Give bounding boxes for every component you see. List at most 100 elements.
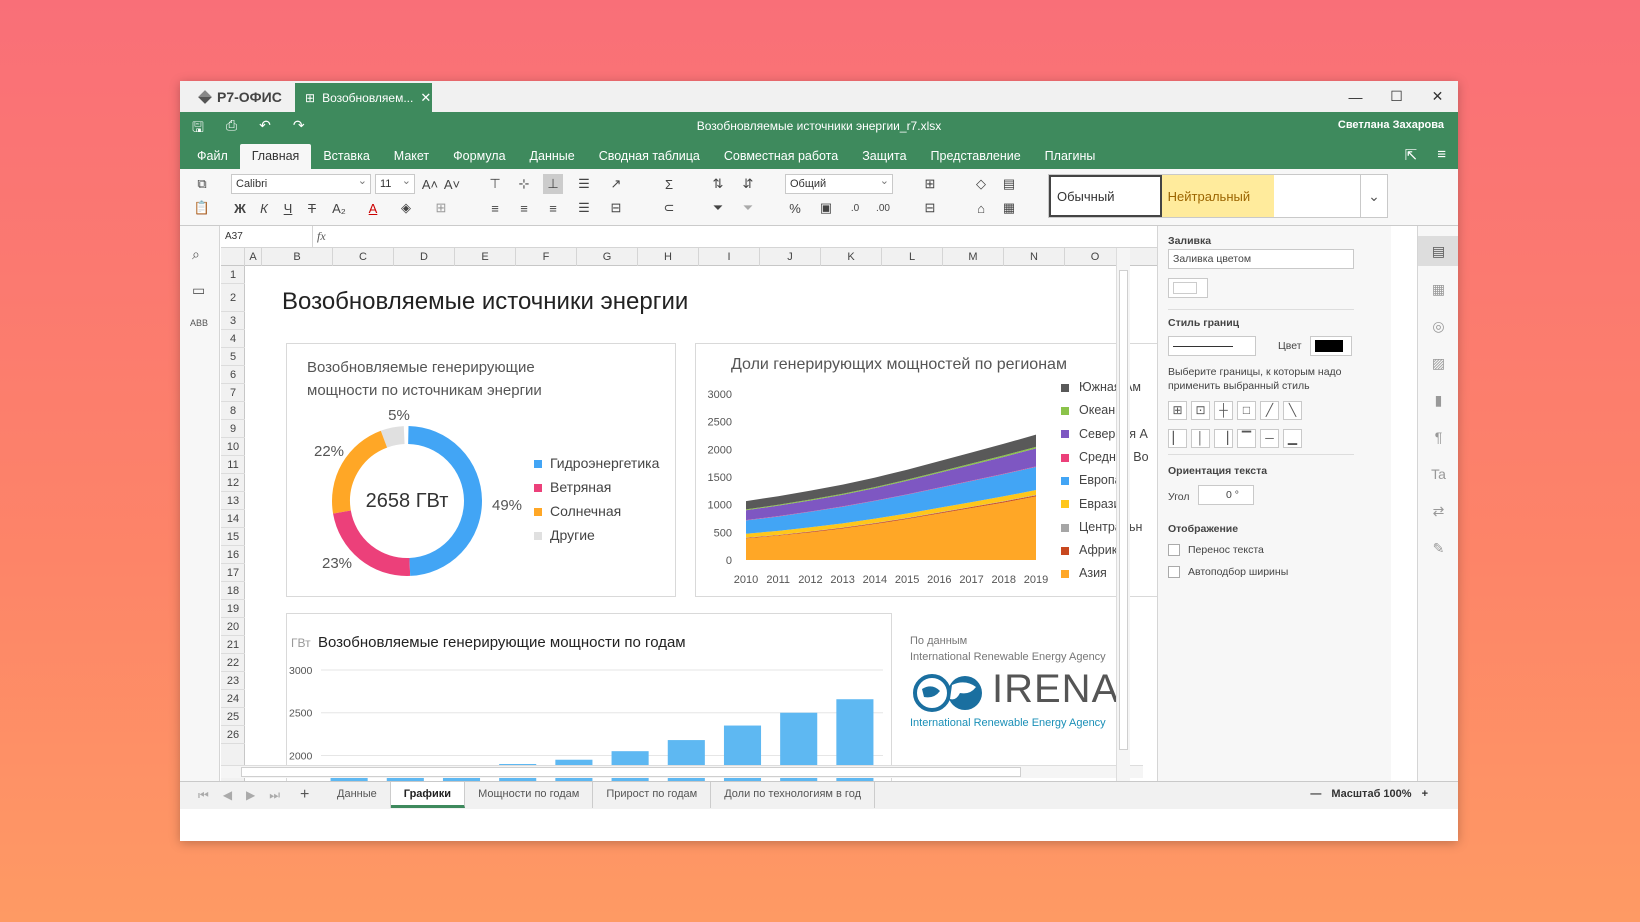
underline-button[interactable]: Ч [278, 198, 298, 218]
inner-horizontal-icon[interactable]: ─ [1260, 429, 1279, 448]
inner-cross-icon[interactable]: ┼ [1214, 401, 1233, 420]
vertical-scroll-thumb[interactable] [1119, 270, 1128, 750]
zoom-level[interactable]: Масштаб 100% [1331, 788, 1411, 800]
pivot-settings-icon[interactable]: ⇄ [1418, 503, 1458, 520]
strikethrough-button[interactable]: Т [302, 198, 322, 218]
wrap-text-checkbox[interactable] [1168, 544, 1180, 557]
named-ranges-icon[interactable]: ⊂ [657, 198, 681, 218]
column-header[interactable]: I [699, 248, 760, 266]
vertical-scrollbar[interactable] [1116, 248, 1130, 781]
column-header[interactable]: M [943, 248, 1004, 266]
decrease-decimal-icon[interactable]: .0 [844, 198, 866, 218]
close-tab-icon[interactable]: ✕ [420, 90, 431, 106]
menu-insert[interactable]: Вставка [311, 144, 381, 169]
border-color-picker[interactable] [1310, 336, 1352, 356]
border-line-select[interactable] [1168, 336, 1256, 356]
conditional-format-icon[interactable]: ▤ [998, 174, 1020, 194]
column-header[interactable]: N [1004, 248, 1065, 266]
cell-settings-icon[interactable]: ▤ [1418, 236, 1458, 266]
menu-collaboration[interactable]: Совместная работа [712, 144, 850, 169]
outer-borders-icon[interactable]: □ [1237, 401, 1256, 420]
row-header[interactable]: 18 [221, 582, 245, 600]
menu-layout[interactable]: Макет [382, 144, 441, 169]
font-color-icon[interactable]: A [362, 198, 384, 218]
row-header[interactable]: 19 [221, 600, 245, 618]
open-location-icon[interactable]: ⇱ [1405, 146, 1418, 164]
spreadsheet-grid[interactable]: ABCDEFGHIJKLMNO 1 2 3 4 5 6 7 8 9 10 11 12 13 14 15 16 1… [221, 248, 1157, 781]
row-header[interactable]: 25 [221, 708, 245, 726]
column-header[interactable]: F [516, 248, 577, 266]
row-header[interactable]: 14 [221, 510, 245, 528]
row-header[interactable]: 6 [221, 366, 245, 384]
font-size-select[interactable]: 11 [375, 172, 415, 194]
row-header[interactable]: 12 [221, 474, 245, 492]
sheet-tab-capacity-by-year[interactable]: Мощности по годам [465, 782, 594, 808]
row-header[interactable]: 11 [221, 456, 245, 474]
first-sheet-icon[interactable]: ⏮ [198, 788, 209, 803]
close-window-icon[interactable]: ✕ [1417, 81, 1458, 112]
insert-cells-icon[interactable]: ⊞ [918, 174, 942, 194]
sort-asc-icon[interactable]: ⇅ [708, 174, 728, 194]
column-header[interactable]: J [760, 248, 821, 266]
decrease-font-icon[interactable]: A˅ [442, 174, 462, 194]
menu-formula[interactable]: Формула [441, 144, 517, 169]
align-top-icon[interactable]: ⊤ [485, 174, 505, 194]
italic-button[interactable]: К [254, 198, 274, 218]
align-center-icon[interactable]: ≡ [514, 198, 534, 218]
column-header[interactable]: G [577, 248, 638, 266]
clear-icon[interactable]: ◇ [970, 174, 992, 194]
shape-settings-icon[interactable]: ◎ [1418, 318, 1458, 335]
row-header[interactable]: 21 [221, 636, 245, 654]
horizontal-scroll-thumb[interactable] [241, 767, 1021, 777]
column-header[interactable]: H [638, 248, 699, 266]
spellcheck-icon[interactable]: ABB [190, 318, 208, 328]
text-art-icon[interactable]: Ta [1418, 466, 1458, 482]
area-chart[interactable]: Доли генерирующих мощностей по регионам … [695, 343, 1157, 597]
fx-icon[interactable]: fx [317, 229, 326, 244]
row-header[interactable]: 23 [221, 672, 245, 690]
table-settings-icon[interactable]: ▦ [1418, 281, 1458, 298]
style-normal[interactable]: Обычный [1049, 175, 1162, 217]
column-header[interactable]: B [262, 248, 333, 266]
cell-reference-input[interactable]: A37 [221, 226, 313, 248]
row-header[interactable]: 15 [221, 528, 245, 546]
slice-other[interactable] [380, 426, 405, 448]
user-name[interactable]: Светлана Захарова [1338, 119, 1444, 131]
filter-icon[interactable]: ⏷ [708, 198, 728, 218]
menu-pivot[interactable]: Сводная таблица [587, 144, 712, 169]
menu-data[interactable]: Данные [518, 144, 587, 169]
maximize-icon[interactable]: ☐ [1376, 81, 1417, 112]
donut-chart[interactable]: Возобновляемые генерирующие мощности по … [286, 343, 676, 597]
image-settings-icon[interactable]: ▨ [1418, 355, 1458, 372]
column-header[interactable]: D [394, 248, 455, 266]
align-middle-icon[interactable]: ⊹ [514, 174, 534, 194]
row-header[interactable]: 8 [221, 402, 245, 420]
next-sheet-icon[interactable]: ▶ [246, 788, 255, 803]
number-format-select[interactable]: Общий [785, 172, 893, 194]
sheet-tab-share-by-tech[interactable]: Доли по технологиям в год [711, 782, 875, 808]
search-icon[interactable]: ⌕ [192, 246, 200, 263]
paragraph-settings-icon[interactable]: ¶ [1418, 429, 1458, 445]
zoom-in-icon[interactable]: + [1422, 788, 1428, 800]
minimize-icon[interactable]: — [1335, 81, 1376, 112]
comments-icon[interactable]: ▭ [192, 282, 205, 299]
menu-home[interactable]: Главная [239, 144, 312, 169]
top-border-icon[interactable]: ▔ [1237, 429, 1256, 448]
hamburger-icon[interactable]: ≡ [1437, 146, 1446, 164]
sort-desc-icon[interactable]: ⇵ [738, 174, 758, 194]
fill-color-icon[interactable]: ◈ [395, 198, 417, 218]
add-sheet-icon[interactable]: + [300, 786, 309, 804]
align-left-icon[interactable]: ≡ [485, 198, 505, 218]
column-header[interactable]: A [245, 248, 262, 266]
justify-icon[interactable]: ☰ [574, 198, 594, 218]
subscript-button[interactable]: A₂ [326, 198, 352, 218]
row-header[interactable]: 5 [221, 348, 245, 366]
angle-input[interactable]: 0 ° [1198, 485, 1254, 505]
signature-settings-icon[interactable]: ✎ [1418, 540, 1458, 557]
bold-button[interactable]: Ж [230, 198, 250, 218]
autofit-option[interactable]: Автоподбор ширины [1168, 566, 1288, 579]
row-header[interactable]: 22 [221, 654, 245, 672]
increase-decimal-icon[interactable]: .00 [872, 198, 894, 218]
row-header[interactable]: 26 [221, 726, 245, 744]
horizontal-scrollbar[interactable] [221, 765, 1143, 778]
